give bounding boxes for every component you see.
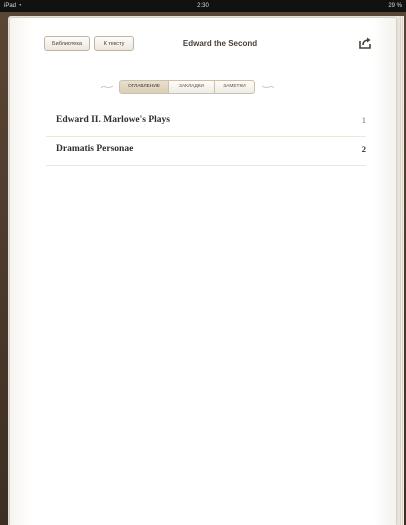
table-of-contents: Edward II. Marlowe's Plays 1 Dramatis Pe… — [46, 108, 366, 166]
ornament-left-icon — [101, 85, 113, 89]
ornament-right-icon — [262, 85, 274, 89]
tab-notes[interactable]: ЗАМЕТКИ — [215, 80, 255, 94]
toc-entry-title: Dramatis Personae — [56, 144, 134, 154]
book-page: Библиотека К тексту Edward the Second ОГ… — [10, 18, 396, 525]
toc-row[interactable]: Dramatis Personae 2 — [46, 137, 366, 166]
top-toolbar: Библиотека К тексту Edward the Second — [10, 18, 396, 58]
library-button[interactable]: Библиотека — [44, 36, 90, 51]
book-title: Edward the Second — [182, 39, 258, 48]
tab-contents[interactable]: ОГЛАВЛЕНИЕ — [119, 80, 169, 94]
tab-bookmarks[interactable]: ЗАКЛАДКИ — [169, 80, 215, 94]
toc-tabs: ОГЛАВЛЕНИЕ ЗАКЛАДКИ ЗАМЕТКИ — [119, 80, 255, 94]
toc-entry-page: 1 — [361, 115, 366, 125]
status-time: 2:30 — [197, 3, 209, 9]
back-to-text-button[interactable]: К тексту — [94, 36, 134, 51]
page-edges — [400, 16, 404, 525]
toc-row[interactable]: Edward II. Marlowe's Plays 1 — [46, 108, 366, 137]
toc-entry-title: Edward II. Marlowe's Plays — [56, 115, 170, 125]
share-icon[interactable] — [358, 36, 372, 50]
battery-level: 29 % — [388, 3, 402, 9]
toc-entry-page: 2 — [361, 144, 366, 154]
status-bar: iPad ◔ 2:30 29 % — [0, 0, 406, 12]
